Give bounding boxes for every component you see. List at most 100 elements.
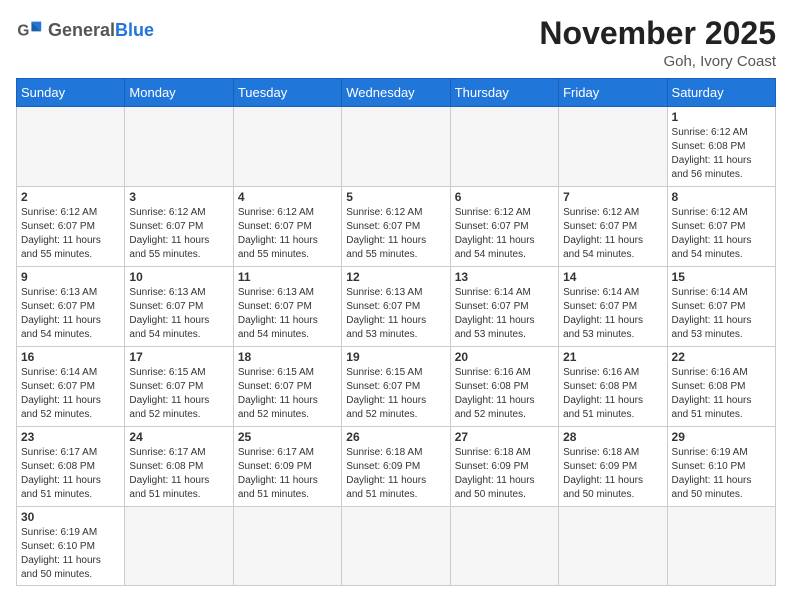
day-info: Sunrise: 6:16 AM Sunset: 6:08 PM Dayligh… [455,366,554,422]
day-info: Sunrise: 6:12 AM Sunset: 6:07 PM Dayligh… [129,206,228,262]
day-number: 18 [238,350,337,364]
calendar-cell: 24Sunrise: 6:17 AM Sunset: 6:08 PM Dayli… [125,427,233,507]
calendar-cell: 7Sunrise: 6:12 AM Sunset: 6:07 PM Daylig… [559,187,667,267]
day-number: 20 [455,350,554,364]
calendar-cell: 12 Sunrise: 6:13 AM Sunset: 6:07 PM Dayli… [342,267,450,347]
weekday-header-monday: Monday [125,79,233,107]
weekday-header-friday: Friday [559,79,667,107]
calendar-cell [125,507,233,586]
day-info: Sunrise: 6:12 AM Sunset: 6:08 PM Dayligh… [672,126,771,182]
calendar-week-row: 16 Sunrise: 6:14 AM Sunset: 6:07 PM Dayli… [17,347,776,427]
weekday-header-row: SundayMondayTuesdayWednesdayThursdayFrid… [17,79,776,107]
day-info: Sunrise: 6:13 AM Sunset: 6:07 PM Dayligh… [238,286,337,342]
calendar-cell: 18 Sunrise: 6:15 AM Sunset: 6:07 PM Dayli… [233,347,341,427]
title-block: November 2025 Goh, Ivory Coast [539,16,776,70]
page-header: G GeneralBlue November 2025 Goh, Ivory C… [16,16,776,70]
weekday-header-wednesday: Wednesday [342,79,450,107]
calendar-cell: 26Sunrise: 6:18 AM Sunset: 6:09 PM Dayli… [342,427,450,507]
calendar-cell: 9Sunrise: 6:13 AM Sunset: 6:07 PM Daylig… [17,267,125,347]
calendar-week-row: 23 Sunrise: 6:17 AM Sunset: 6:08 PM Dayli… [17,427,776,507]
calendar-cell: 23 Sunrise: 6:17 AM Sunset: 6:08 PM Dayli… [17,427,125,507]
calendar-cell: 20 Sunrise: 6:16 AM Sunset: 6:08 PM Dayli… [450,347,558,427]
day-info: Sunrise: 6:17 AM Sunset: 6:08 PM Dayligh… [21,446,120,502]
calendar-cell: 8 Sunrise: 6:12 AM Sunset: 6:07 PM Daylig… [667,187,775,267]
day-number: 6 [455,190,554,204]
logo-icon: G [16,16,44,44]
day-info: Sunrise: 6:18 AM Sunset: 6:09 PM Dayligh… [455,446,554,502]
day-number: 17 [129,350,228,364]
calendar-cell: 22 Sunrise: 6:16 AM Sunset: 6:08 PM Dayli… [667,347,775,427]
calendar-cell [233,507,341,586]
day-number: 21 [563,350,662,364]
day-number: 8 [672,190,771,204]
day-number: 16 [21,350,120,364]
calendar-cell: 13Sunrise: 6:14 AM Sunset: 6:07 PM Dayli… [450,267,558,347]
calendar-cell [667,507,775,586]
day-number: 12 [346,270,445,284]
day-info: Sunrise: 6:16 AM Sunset: 6:08 PM Dayligh… [672,366,771,422]
calendar-body: 1 Sunrise: 6:12 AM Sunset: 6:08 PM Daylig… [17,107,776,586]
logo-blue-text: Blue [115,20,154,40]
day-info: Sunrise: 6:15 AM Sunset: 6:07 PM Dayligh… [129,366,228,422]
calendar-cell: 19Sunrise: 6:15 AM Sunset: 6:07 PM Dayli… [342,347,450,427]
weekday-header-tuesday: Tuesday [233,79,341,107]
day-number: 15 [672,270,771,284]
day-number: 11 [238,270,337,284]
calendar-cell: 14Sunrise: 6:14 AM Sunset: 6:07 PM Dayli… [559,267,667,347]
calendar-week-row: 30 Sunrise: 6:19 AM Sunset: 6:10 PM Dayli… [17,507,776,586]
calendar-week-row: 1 Sunrise: 6:12 AM Sunset: 6:08 PM Daylig… [17,107,776,187]
day-info: Sunrise: 6:12 AM Sunset: 6:07 PM Dayligh… [672,206,771,262]
day-info: Sunrise: 6:15 AM Sunset: 6:07 PM Dayligh… [346,366,445,422]
day-number: 26 [346,430,445,444]
calendar-cell: 17 Sunrise: 6:15 AM Sunset: 6:07 PM Dayli… [125,347,233,427]
calendar-week-row: 2 Sunrise: 6:12 AM Sunset: 6:07 PM Daylig… [17,187,776,267]
day-number: 25 [238,430,337,444]
day-number: 4 [238,190,337,204]
calendar-cell: 10 Sunrise: 6:13 AM Sunset: 6:07 PM Dayli… [125,267,233,347]
day-number: 22 [672,350,771,364]
weekday-header-thursday: Thursday [450,79,558,107]
day-info: Sunrise: 6:14 AM Sunset: 6:07 PM Dayligh… [21,366,120,422]
day-number: 29 [672,430,771,444]
day-number: 10 [129,270,228,284]
calendar-cell [450,107,558,187]
day-number: 24 [129,430,228,444]
calendar-cell: 6 Sunrise: 6:12 AM Sunset: 6:07 PM Daylig… [450,187,558,267]
calendar-cell: 21 Sunrise: 6:16 AM Sunset: 6:08 PM Dayli… [559,347,667,427]
calendar-cell: 30 Sunrise: 6:19 AM Sunset: 6:10 PM Dayli… [17,507,125,586]
calendar-table: SundayMondayTuesdayWednesdayThursdayFrid… [16,78,776,586]
day-info: Sunrise: 6:18 AM Sunset: 6:09 PM Dayligh… [563,446,662,502]
day-info: Sunrise: 6:13 AM Sunset: 6:07 PM Dayligh… [21,286,120,342]
day-info: Sunrise: 6:19 AM Sunset: 6:10 PM Dayligh… [672,446,771,502]
day-info: Sunrise: 6:13 AM Sunset: 6:07 PM Dayligh… [129,286,228,342]
day-info: Sunrise: 6:14 AM Sunset: 6:07 PM Dayligh… [672,286,771,342]
day-info: Sunrise: 6:14 AM Sunset: 6:07 PM Dayligh… [455,286,554,342]
calendar-week-row: 9Sunrise: 6:13 AM Sunset: 6:07 PM Daylig… [17,267,776,347]
day-info: Sunrise: 6:15 AM Sunset: 6:07 PM Dayligh… [238,366,337,422]
day-number: 2 [21,190,120,204]
day-number: 27 [455,430,554,444]
day-number: 1 [672,110,771,124]
day-number: 28 [563,430,662,444]
calendar-header: SundayMondayTuesdayWednesdayThursdayFrid… [17,79,776,107]
calendar-cell [125,107,233,187]
day-info: Sunrise: 6:12 AM Sunset: 6:07 PM Dayligh… [346,206,445,262]
svg-text:G: G [17,23,29,40]
day-info: Sunrise: 6:13 AM Sunset: 6:07 PM Dayligh… [346,286,445,342]
calendar-cell: 1 Sunrise: 6:12 AM Sunset: 6:08 PM Daylig… [667,107,775,187]
month-title: November 2025 [539,16,776,51]
day-number: 30 [21,510,120,524]
calendar-cell: 11 Sunrise: 6:13 AM Sunset: 6:07 PM Dayli… [233,267,341,347]
calendar-cell: 27 Sunrise: 6:18 AM Sunset: 6:09 PM Dayli… [450,427,558,507]
day-info: Sunrise: 6:19 AM Sunset: 6:10 PM Dayligh… [21,526,120,582]
calendar-cell [17,107,125,187]
logo-general-text: General [48,20,115,40]
day-number: 23 [21,430,120,444]
day-info: Sunrise: 6:16 AM Sunset: 6:08 PM Dayligh… [563,366,662,422]
day-info: Sunrise: 6:12 AM Sunset: 6:07 PM Dayligh… [455,206,554,262]
day-number: 3 [129,190,228,204]
calendar-cell: 25 Sunrise: 6:17 AM Sunset: 6:09 PM Dayli… [233,427,341,507]
weekday-header-sunday: Sunday [17,79,125,107]
calendar-cell: 5Sunrise: 6:12 AM Sunset: 6:07 PM Daylig… [342,187,450,267]
day-info: Sunrise: 6:17 AM Sunset: 6:09 PM Dayligh… [238,446,337,502]
